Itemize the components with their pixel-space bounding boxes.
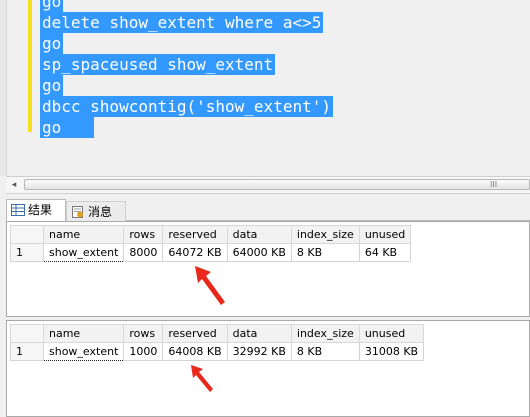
cell-reserved[interactable]: 64072 KB <box>162 243 228 262</box>
code-line[interactable]: go <box>40 75 333 96</box>
selected-text: delete show_extent where a<>5 <box>40 12 324 33</box>
column-header[interactable]: data <box>226 225 292 244</box>
result-tabs: 结果 消息 <box>6 198 530 221</box>
tab-messages[interactable]: 消息 <box>66 201 126 221</box>
selected-text: dbcc showcontig('show_extent') <box>40 96 333 117</box>
message-icon <box>71 204 85 218</box>
selected-text: go <box>40 117 94 138</box>
cell-index-size[interactable]: 8 KB <box>290 243 360 262</box>
results-table: name rows reserved data index_size unuse… <box>10 225 412 262</box>
row-number[interactable]: 1 <box>10 342 44 361</box>
red-arrow-annotation <box>191 365 213 392</box>
cell-name[interactable]: show_extent <box>42 243 125 262</box>
header-row: name rows reserved data index_size unuse… <box>10 225 412 244</box>
scrollbar-grip-icon: III <box>490 180 498 189</box>
selected-text: go <box>40 0 64 12</box>
column-header[interactable]: rows <box>123 225 164 244</box>
result-grid-2[interactable]: name rows reserved data index_size unuse… <box>6 320 530 417</box>
cell-unused[interactable]: 31008 KB <box>358 342 425 361</box>
column-header[interactable]: unused <box>358 225 412 244</box>
code-line[interactable]: go <box>40 117 333 138</box>
selected-text: go <box>40 75 64 96</box>
column-header[interactable]: unused <box>358 324 425 343</box>
scroll-left-arrow-icon[interactable]: ◂ <box>6 177 22 193</box>
cell-data[interactable]: 64000 KB <box>226 243 292 262</box>
column-header[interactable]: name <box>42 225 125 244</box>
code-line[interactable]: sp_spaceused show_extent <box>40 54 333 75</box>
row-header-corner <box>10 324 44 343</box>
cell-reserved[interactable]: 64008 KB <box>162 342 228 361</box>
column-header[interactable]: index_size <box>290 324 360 343</box>
editor-gutter <box>0 0 7 176</box>
selected-text: sp_spaceused show_extent <box>40 54 276 75</box>
red-arrow-annotation <box>195 266 225 305</box>
horizontal-scrollbar[interactable]: ◂ III <box>6 176 530 194</box>
code-line[interactable]: delete show_extent where a<>5 <box>40 12 333 33</box>
selected-text: go <box>40 33 64 54</box>
cell-name[interactable]: show_extent <box>42 342 125 361</box>
code-line[interactable]: go <box>40 33 333 54</box>
query-editor[interactable]: go delete show_extent where a<>5 go sp_s… <box>0 0 530 176</box>
scrollbar-thumb[interactable]: III <box>24 179 530 190</box>
result-grid-1[interactable]: name rows reserved data index_size unuse… <box>6 221 530 317</box>
tab-results[interactable]: 结果 <box>6 199 66 221</box>
code-line[interactable]: dbcc showcontig('show_extent') <box>40 96 333 117</box>
results-table: name rows reserved data index_size unuse… <box>10 324 425 361</box>
table-row[interactable]: 1 show_extent 1000 64008 KB 32992 KB 8 K… <box>10 342 425 361</box>
tab-results-label: 结果 <box>28 203 53 217</box>
column-header[interactable]: reserved <box>162 324 228 343</box>
row-header-corner <box>10 225 44 244</box>
cell-rows[interactable]: 8000 <box>123 243 164 262</box>
code-area[interactable]: go delete show_extent where a<>5 go sp_s… <box>40 0 333 138</box>
cell-unused[interactable]: 64 KB <box>358 243 412 262</box>
column-header[interactable]: reserved <box>162 225 228 244</box>
column-header[interactable]: name <box>42 324 125 343</box>
cell-index-size[interactable]: 8 KB <box>290 342 360 361</box>
table-row[interactable]: 1 show_extent 8000 64072 KB 64000 KB 8 K… <box>10 243 412 262</box>
row-number[interactable]: 1 <box>10 243 44 262</box>
header-row: name rows reserved data index_size unuse… <box>10 324 425 343</box>
column-header[interactable]: rows <box>123 324 164 343</box>
column-header[interactable]: data <box>226 324 292 343</box>
tab-messages-label: 消息 <box>88 205 113 219</box>
cell-rows[interactable]: 1000 <box>123 342 164 361</box>
column-header[interactable]: index_size <box>290 225 360 244</box>
change-tracking-bar <box>28 0 32 132</box>
grid-icon <box>11 202 25 216</box>
code-line[interactable]: go <box>40 0 333 12</box>
cell-data[interactable]: 32992 KB <box>226 342 292 361</box>
